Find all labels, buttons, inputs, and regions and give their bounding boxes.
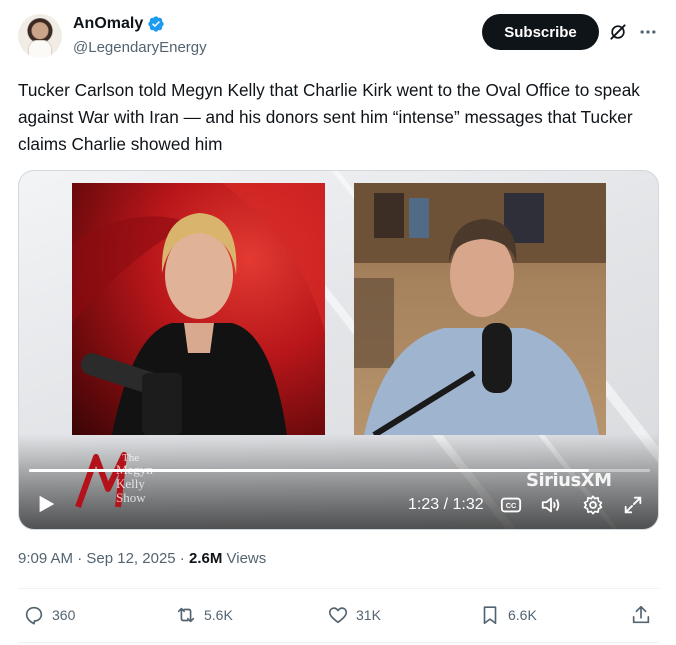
tweet-time[interactable]: 9:09 AM (18, 550, 73, 567)
like-icon (328, 607, 348, 624)
divider (18, 642, 659, 643)
megyn-kelly-show-logo: The Megyn Kelly Show (75, 452, 153, 509)
svg-text:CC: CC (506, 501, 517, 510)
like-count: 31K (356, 607, 381, 623)
reply-count: 360 (52, 607, 76, 623)
views-label: Views (226, 550, 267, 567)
tweet-text: Tucker Carlson told Megyn Kelly that Cha… (18, 80, 640, 154)
video-panel-host (72, 183, 325, 435)
bookmark-count: 6.6K (508, 607, 537, 623)
reply-icon (25, 606, 43, 625)
tweet-actions: 360 5.6K 31K 6.6K (18, 600, 659, 634)
reply-button[interactable]: 360 (23, 604, 75, 626)
settings-icon[interactable] (582, 494, 604, 516)
like-button[interactable]: 31K (327, 604, 381, 626)
video-panel-guest (354, 183, 606, 435)
logo-word-3: Kelly (116, 476, 145, 491)
share-button[interactable] (630, 604, 652, 626)
captions-icon[interactable]: CC (500, 494, 522, 516)
author-handle[interactable]: @LegendaryEnergy (73, 39, 207, 56)
bookmark-button[interactable]: 6.6K (479, 604, 537, 626)
author-name-row[interactable]: AnOmaly (73, 15, 165, 33)
repost-icon (177, 607, 195, 623)
meta-separator: · (73, 550, 87, 567)
volume-icon[interactable] (540, 494, 562, 516)
verified-badge-icon (148, 16, 164, 32)
logo-word-4: Show (116, 490, 146, 505)
subscribe-button[interactable]: Subscribe (482, 14, 599, 50)
views-count: 2.6M (188, 550, 223, 567)
siriusxm-watermark: SiriusXM (526, 470, 612, 491)
repost-count: 5.6K (204, 607, 233, 623)
host-figure (72, 183, 325, 435)
grok-icon[interactable] (608, 22, 628, 42)
tweet-date[interactable]: Sep 12, 2025 (86, 550, 175, 567)
tweet-meta: 9:09 AM · Sep 12, 2025 · 2.6M Views (18, 550, 266, 567)
author-display-name[interactable]: AnOmaly (73, 15, 143, 33)
fullscreen-icon[interactable] (622, 494, 644, 516)
more-icon[interactable] (638, 22, 658, 42)
guest-figure (354, 183, 606, 435)
play-icon[interactable] (35, 493, 57, 515)
meta-separator: · (175, 550, 189, 567)
divider (18, 588, 659, 589)
video-progress-fill (29, 469, 590, 472)
avatar[interactable] (18, 14, 62, 58)
bookmark-icon (483, 606, 497, 625)
share-icon (632, 605, 650, 624)
repost-button[interactable]: 5.6K (175, 604, 233, 626)
tweet-header: AnOmaly @LegendaryEnergy Subscribe (18, 12, 658, 62)
video-player[interactable]: The Megyn Kelly Show SiriusXM 1:23 / 1:3… (18, 170, 659, 530)
video-time-readout: 1:23 / 1:32 (408, 496, 484, 513)
